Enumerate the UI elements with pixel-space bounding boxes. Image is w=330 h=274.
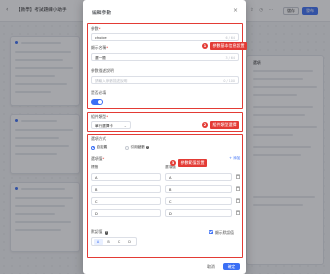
char-counter: 6 / 64 xyxy=(225,35,236,40)
default-chip-a[interactable]: A xyxy=(93,239,103,245)
required-label: 是否必填 xyxy=(91,90,107,95)
option-mode-label: 選項方式 xyxy=(91,136,107,141)
required-toggle[interactable] xyxy=(91,99,103,105)
annotation-callout-3: 3 參數範值設置 xyxy=(170,159,207,167)
trash-icon[interactable] xyxy=(236,210,240,215)
radio-reference-label: 引用變數 xyxy=(130,145,145,149)
option-label-value: B xyxy=(95,187,98,192)
option-label-input[interactable]: C xyxy=(91,197,161,205)
trash-icon[interactable] xyxy=(236,186,240,191)
default-chip-c[interactable]: C xyxy=(115,239,124,245)
option-value-value: C xyxy=(169,199,172,204)
default-chip-d[interactable]: D xyxy=(125,239,134,245)
annotation-text: 組件類型選擇 xyxy=(210,121,239,129)
option-label-value: D xyxy=(95,211,98,216)
option-label-value: C xyxy=(95,199,98,204)
chevron-down-icon: ⌄ xyxy=(123,122,127,128)
default-value-selector[interactable]: A B C D xyxy=(91,237,137,246)
param-name-input[interactable]: choice 6 / 64 xyxy=(91,33,239,41)
trash-icon[interactable] xyxy=(236,174,240,179)
option-label-input[interactable]: A xyxy=(91,173,161,181)
trash-icon[interactable] xyxy=(236,198,240,203)
annotation-number: 1 xyxy=(202,42,208,49)
dialog-title: 編輯參數 xyxy=(92,11,112,16)
show-default-label: 顯示默認值 xyxy=(215,230,234,235)
cancel-button[interactable]: 取消 xyxy=(203,263,219,270)
annotation-callout-1: 1 參數基本信息設置 xyxy=(202,42,247,50)
option-label-input[interactable]: D xyxy=(91,209,161,217)
component-type-value: 單行選擇卡 xyxy=(95,123,113,128)
param-name-label: 參數* xyxy=(91,26,101,31)
show-default-checkbox[interactable] xyxy=(209,230,213,234)
option-value-input[interactable]: C xyxy=(165,197,232,205)
display-name-value: 選一題 xyxy=(95,55,106,60)
option-value-input[interactable]: A xyxy=(165,173,232,181)
option-label-input[interactable]: B xyxy=(91,185,161,193)
annotation-text: 參數範值設置 xyxy=(178,159,207,167)
param-desc-label: 參數描述說明 xyxy=(91,68,114,73)
radio-custom-label: 自定義 xyxy=(96,145,108,149)
close-icon[interactable]: × xyxy=(233,8,238,14)
option-value-value: D xyxy=(169,211,172,216)
display-name-input[interactable]: 選一題 3 / 64 xyxy=(91,53,239,61)
option-value-value: A xyxy=(169,175,172,180)
annotation-text: 參數基本信息設置 xyxy=(210,42,247,50)
option-values-label: 選項值* xyxy=(91,156,105,161)
info-icon[interactable]: ? xyxy=(104,231,109,235)
confirm-button[interactable]: 確定 xyxy=(223,263,240,270)
option-value-input[interactable]: B xyxy=(165,185,232,193)
default-chip-b[interactable]: B xyxy=(104,239,113,245)
param-desc-input[interactable]: 請輸入參數描述說明 0 / 100 xyxy=(91,76,239,84)
add-option-button[interactable]: + 添加 xyxy=(229,156,240,161)
component-type-select[interactable]: 單行選擇卡 ⌄ xyxy=(91,121,131,129)
component-type-label: 組件類型* xyxy=(91,114,109,119)
display-name-label: 顯示名稱* xyxy=(91,45,109,50)
char-counter: 0 / 100 xyxy=(223,78,235,83)
radio-dot xyxy=(125,145,129,150)
param-name-value: choice xyxy=(95,35,107,40)
edit-parameter-dialog: 編輯參數 × 參數* choice 6 / 64 顯示名稱* 選一題 3 / 6… xyxy=(83,0,247,274)
option-value-value: B xyxy=(169,187,172,192)
param-desc-placeholder: 請輸入參數描述說明 xyxy=(95,78,128,83)
radio-reference-variable[interactable]: 引用變數 ! xyxy=(125,145,150,150)
default-value-label: 默認值 ? xyxy=(91,229,109,235)
option-label-value: A xyxy=(95,175,98,180)
radio-custom[interactable]: 自定義 xyxy=(91,145,107,150)
annotation-number: 2 xyxy=(202,121,208,128)
info-icon[interactable]: ! xyxy=(145,145,150,150)
radio-dot xyxy=(91,145,95,150)
annotation-number: 3 xyxy=(170,159,176,166)
option-value-input[interactable]: D xyxy=(165,209,232,217)
column-header-label: 標籤 xyxy=(91,165,99,169)
annotation-callout-2: 2 組件類型選擇 xyxy=(202,121,239,129)
char-counter: 3 / 64 xyxy=(225,55,236,60)
